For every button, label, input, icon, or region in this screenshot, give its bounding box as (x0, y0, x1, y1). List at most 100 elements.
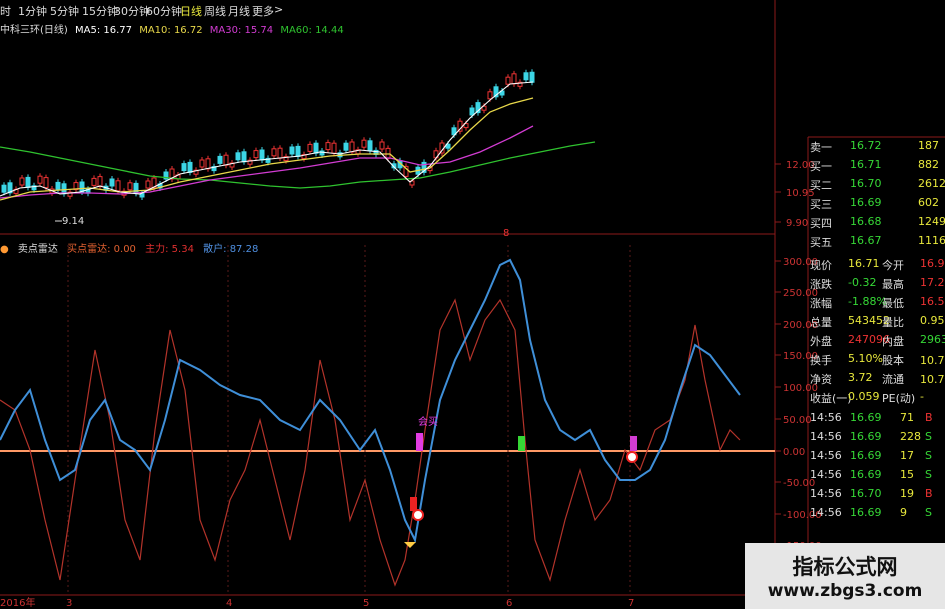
candle-body (37, 175, 43, 184)
candle-body (91, 177, 97, 186)
main-force-line (0, 298, 741, 587)
orderbook-price: 16.69 (850, 196, 882, 209)
trade-row: 14:56 16.69 9 S (808, 504, 945, 523)
trade-price: 16.69 (850, 430, 882, 443)
stat-value: - (920, 390, 924, 403)
stat-row: 涨跌 -0.32 最高 17.25 (808, 274, 945, 293)
trade-price: 16.69 (850, 411, 882, 424)
stat-value: 0.059 (848, 390, 880, 403)
sell-signal-bar (630, 436, 637, 451)
stat-label: 涨幅 (810, 297, 832, 310)
candle-body (529, 71, 535, 83)
quote-panel: 卖一 16.72 187 买一 16.71 882 买二 16.70 2612 买三 16.69 60… (808, 137, 945, 609)
candle-body (61, 183, 67, 195)
stat-label: 总量 (810, 316, 832, 329)
candle-body (511, 73, 517, 85)
orderbook-row: 卖一 16.72 187 (808, 137, 945, 156)
stat-row: 换手 5.10%股本 10.7亿 (808, 350, 945, 369)
candle-body (205, 158, 211, 170)
orderbook-row: 买四 16.68 1249 (808, 213, 945, 232)
stat-label: 最低 (882, 297, 904, 310)
orderbook-row: 买五 16.67 1116 (808, 232, 945, 251)
candle-body (295, 145, 301, 157)
trade-price: 16.70 (850, 487, 882, 500)
trade-time: 14:56 (810, 468, 842, 481)
candle-body (253, 150, 259, 159)
stat-value: 3.72 (848, 371, 873, 384)
stat-value: 296356 (920, 333, 945, 346)
stat-value: -0.32 (848, 276, 877, 289)
low-price-label: 9.14 (62, 216, 84, 227)
candle-body (313, 142, 319, 154)
trade-volume: 71 (900, 411, 914, 424)
orderbook-volume: 1249 (918, 215, 945, 228)
candle-body (223, 154, 229, 166)
stat-row: 涨幅-1.88%最低16.51 (808, 293, 945, 312)
buy-point-icon (412, 509, 424, 521)
x-tick: 5 (363, 598, 369, 609)
signal-label: 会买 (418, 415, 438, 428)
stat-label: 最高 (882, 278, 904, 291)
candle-body (133, 182, 139, 194)
trade-side: S (925, 449, 932, 462)
sell-signal-bar (416, 433, 423, 451)
orderbook-row: 买三 16.69 602 (808, 194, 945, 213)
watermark-url: www.zbgs3.com (767, 581, 923, 601)
candle-body (343, 142, 349, 151)
orderbook-price: 16.72 (850, 139, 882, 152)
orderbook-label: 买二 (810, 179, 832, 192)
trade-row: 14:56 16.69 17 S (808, 447, 945, 466)
orderbook-price: 16.70 (850, 177, 882, 190)
candle-body (487, 91, 493, 100)
orderbook-label: 卖一 (810, 141, 832, 154)
candle-body (271, 148, 277, 157)
orderbook-volume: 2612 (918, 177, 945, 190)
candle-body (181, 163, 187, 172)
stat-label: 净资 (810, 373, 832, 386)
orderbook-volume: 1116 (918, 234, 945, 247)
x-tick: 7 (628, 598, 634, 609)
stat-label: 内盘 (882, 335, 904, 348)
candle-body (289, 146, 295, 155)
x-tick: 3 (66, 598, 72, 609)
candle-body (97, 176, 103, 188)
trade-row: 14:56 16.69 228 S (808, 428, 945, 447)
stat-value: 5.10% (848, 352, 883, 365)
stat-label: 股本 (882, 354, 904, 367)
trade-price: 16.69 (850, 449, 882, 462)
candle-body (115, 180, 121, 192)
trade-time: 14:56 (810, 506, 842, 519)
candle-body (331, 142, 337, 154)
candle-body (277, 147, 283, 159)
candle-body (145, 180, 151, 189)
orderbook-row: 买一 16.71 882 (808, 156, 945, 175)
chart-canvas[interactable]: 12.00 10.95 9.90 9.14 300.00250.00200.00… (0, 0, 945, 609)
sell-point-icon (626, 451, 638, 463)
trade-price: 16.69 (850, 506, 882, 519)
stat-label: 外盘 (810, 335, 832, 348)
trade-time: 14:56 (810, 430, 842, 443)
orderbook-volume: 187 (918, 139, 939, 152)
stat-value: 10.7亿 (920, 354, 945, 367)
stat-label: 换手 (810, 354, 832, 367)
x-tick: 6 (506, 598, 512, 609)
bottom-marker-icon (404, 542, 416, 548)
trade-side: S (925, 506, 932, 519)
trade-side: B (925, 411, 933, 424)
stat-row: 净资 3.72 流通 10.7亿 (808, 369, 945, 388)
x-tick: 2016年 (0, 596, 35, 609)
orderbook-label: 买四 (810, 217, 832, 230)
main-y-tick: 9.90 (786, 218, 808, 229)
candle-body (199, 159, 205, 168)
ma5-line (0, 81, 534, 197)
candle-body (361, 139, 367, 148)
stat-label: 涨跌 (810, 278, 832, 291)
candle-body (523, 72, 529, 81)
vertical-gridlines (67, 245, 631, 595)
orderbook-price: 16.71 (850, 158, 882, 171)
orderbook-volume: 602 (918, 196, 939, 209)
trade-time: 14:56 (810, 411, 842, 424)
trade-row: 14:56 16.69 15 S (808, 466, 945, 485)
candle-body (307, 143, 313, 152)
trade-price: 16.69 (850, 468, 882, 481)
